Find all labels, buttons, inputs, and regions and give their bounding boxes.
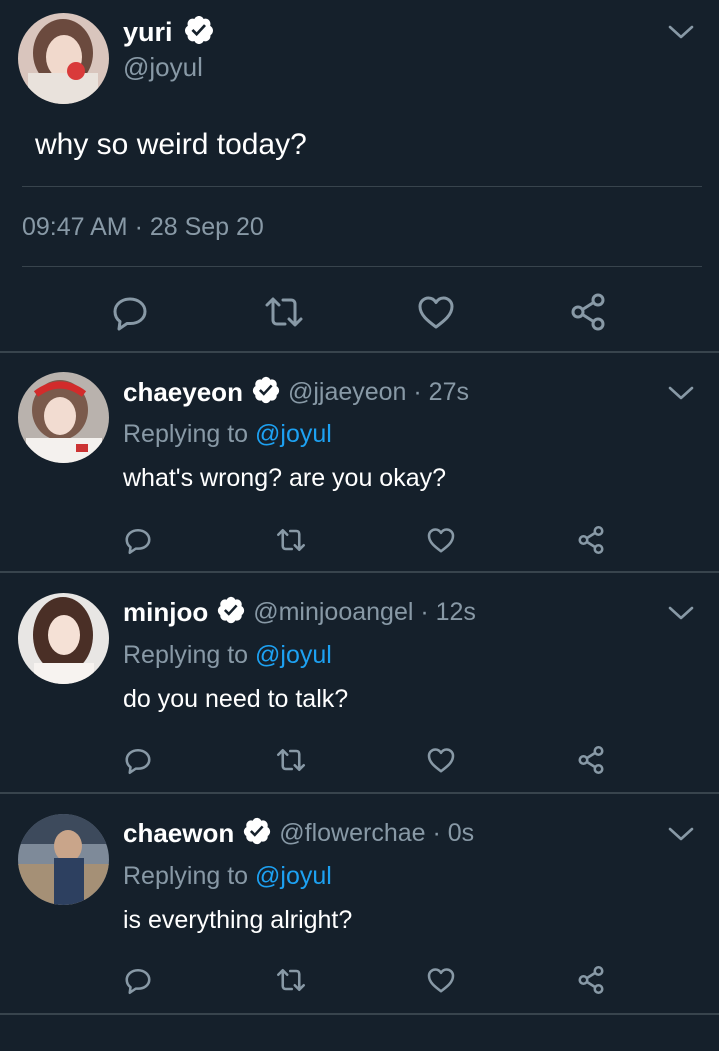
retweet-icon: [276, 528, 306, 552]
divider: [22, 266, 702, 267]
share-icon: [578, 965, 604, 995]
share-button[interactable]: [566, 290, 610, 334]
chevron-down-icon[interactable]: [666, 603, 696, 623]
replying-to-link[interactable]: @joyul: [255, 641, 332, 669]
reply-header: chaeyeon @jjaeyeon · 27s: [123, 374, 469, 410]
like-icon: [427, 968, 455, 993]
tweet-thread: yuri @joyul why so weird today? 09:47 AM…: [0, 0, 719, 1051]
reply-icon: [125, 968, 151, 995]
share-button[interactable]: [573, 742, 609, 778]
share-button[interactable]: [573, 522, 609, 558]
divider: [0, 351, 719, 353]
retweet-button[interactable]: [262, 290, 306, 334]
divider: [22, 186, 702, 187]
divider: [0, 571, 719, 573]
replying-to-label: Replying to: [123, 420, 256, 448]
verified-icon: [183, 14, 215, 51]
like-icon: [418, 296, 454, 329]
share-icon: [571, 293, 605, 331]
like-icon: [427, 748, 455, 773]
author-handle[interactable]: @joyul: [123, 52, 203, 83]
verified-icon: [251, 375, 281, 410]
retweet-button[interactable]: [273, 522, 309, 558]
replying-to-link[interactable]: @joyul: [255, 420, 332, 448]
reply-text: do you need to talk?: [123, 685, 349, 713]
verified-icon: [242, 816, 272, 851]
reply-text: what's wrong? are you okay?: [123, 464, 447, 492]
author-name[interactable]: yuri: [123, 17, 173, 48]
reply-icon: [125, 528, 151, 555]
like-icon: [427, 528, 455, 553]
reply-button[interactable]: [108, 290, 152, 334]
divider: [0, 1013, 719, 1015]
replying-to-label: Replying to: [123, 862, 256, 890]
replying-to: Replying to @joyul: [123, 641, 332, 670]
reply-icon: [125, 748, 151, 775]
replying-to-label: Replying to: [123, 641, 256, 669]
replying-to: Replying to @joyul: [123, 862, 332, 891]
like-button[interactable]: [423, 962, 459, 998]
reply-button[interactable]: [120, 522, 156, 558]
share-icon: [578, 525, 604, 555]
reply-meta[interactable]: @flowerchae · 0s: [279, 819, 474, 848]
retweet-icon: [276, 748, 306, 772]
avatar-minjoo[interactable]: [18, 593, 109, 684]
divider: [0, 792, 719, 794]
avatar-chaeyeon[interactable]: [18, 372, 109, 463]
reply-meta[interactable]: @jjaeyeon · 27s: [288, 378, 469, 407]
reply-author-name[interactable]: chaeyeon: [123, 377, 243, 408]
replying-to: Replying to @joyul: [123, 420, 332, 449]
chevron-down-icon[interactable]: [666, 383, 696, 403]
reply-button[interactable]: [120, 742, 156, 778]
reply-button[interactable]: [120, 962, 156, 998]
chevron-down-icon[interactable]: [666, 824, 696, 844]
retweet-button[interactable]: [273, 742, 309, 778]
reply-text: is everything alright?: [123, 906, 353, 934]
reply-header: chaewon @flowerchae · 0s: [123, 815, 474, 851]
reply-header: minjoo @minjooangel · 12s: [123, 594, 476, 630]
tweet-timestamp[interactable]: 09:47 AM · 28 Sep 20: [22, 213, 264, 242]
replying-to-link[interactable]: @joyul: [255, 862, 332, 890]
chevron-down-icon[interactable]: [666, 22, 696, 42]
like-button[interactable]: [414, 290, 458, 334]
avatar-yuri[interactable]: [18, 13, 109, 104]
reply-author-name[interactable]: chaewon: [123, 818, 234, 849]
reply-meta[interactable]: @minjooangel · 12s: [253, 598, 476, 627]
like-button[interactable]: [423, 522, 459, 558]
avatar-chaewon[interactable]: [18, 814, 109, 905]
retweet-button[interactable]: [273, 962, 309, 998]
reply-icon: [113, 297, 147, 331]
tweet-text: why so weird today?: [35, 128, 307, 161]
like-button[interactable]: [423, 742, 459, 778]
verified-icon: [216, 595, 246, 630]
reply-author-name[interactable]: minjoo: [123, 597, 208, 628]
retweet-icon: [276, 968, 306, 992]
share-icon: [578, 745, 604, 775]
author-row: yuri: [123, 14, 215, 50]
share-button[interactable]: [573, 962, 609, 998]
retweet-icon: [265, 297, 303, 327]
